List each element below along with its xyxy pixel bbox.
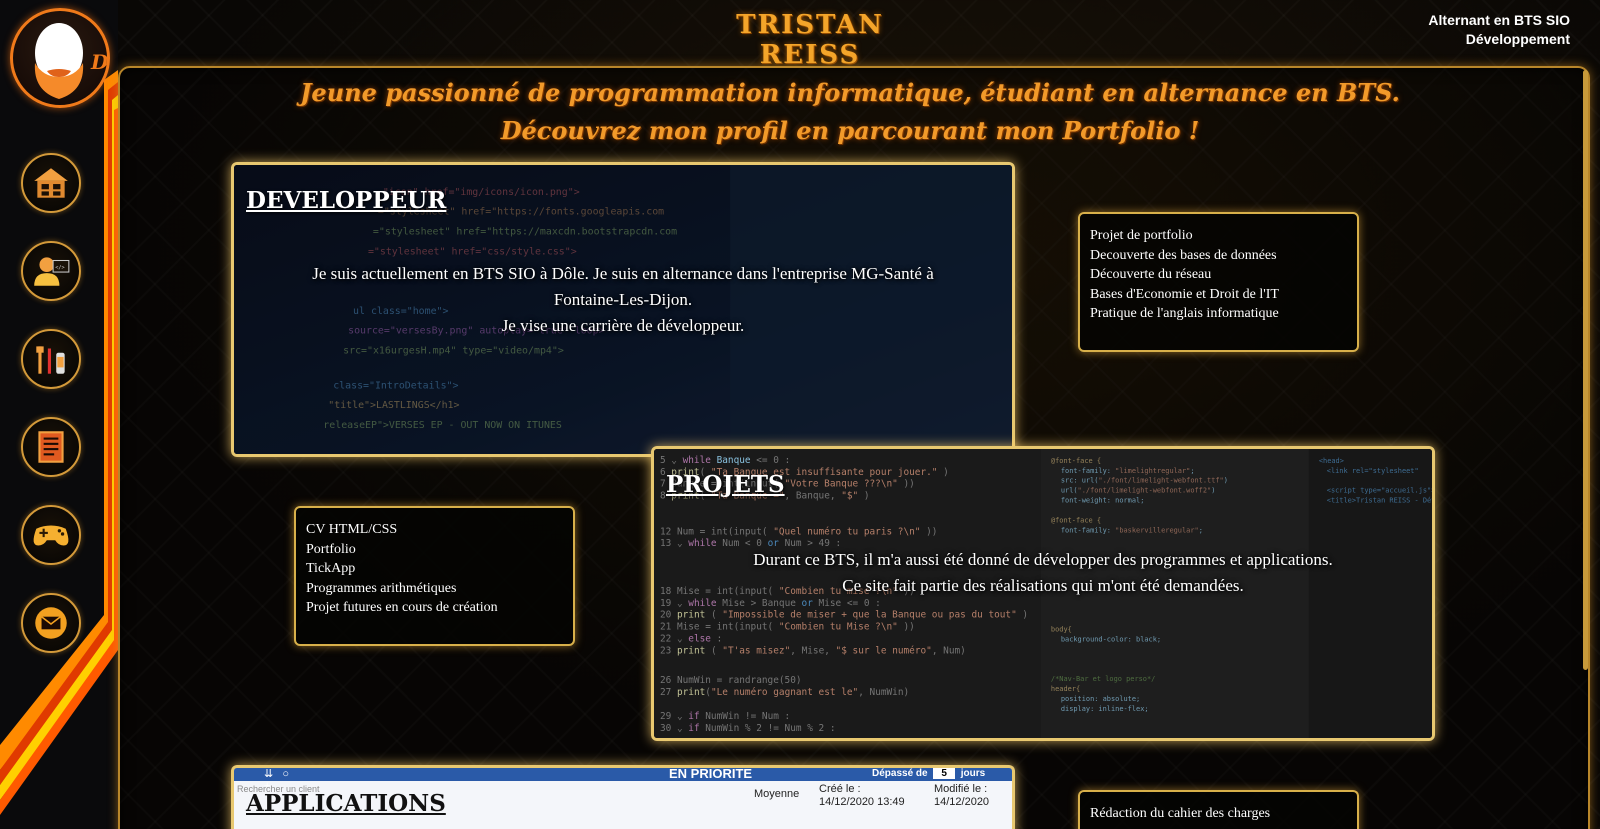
developpeur-text-line-2: Fontaine-Les-Dijon.: [553, 290, 693, 309]
projets-text-line-2: Ce site fait partie des réalisations qui…: [842, 576, 1244, 595]
developpeur-text-line-1: Je suis actuellement en BTS SIO à Dôle. …: [312, 264, 934, 283]
app-priority-label: EN PRIORITE: [669, 766, 753, 781]
tools-icon: [36, 346, 65, 374]
sidebar: D </>: [0, 0, 118, 829]
role-line-2: Développement: [1465, 31, 1570, 47]
list-item: Projet de portfolio: [1090, 228, 1193, 243]
svg-text:</>: </>: [55, 265, 64, 271]
applications-title: APPLICATIONS: [246, 790, 446, 817]
developpeur-card[interactable]: "icon" href="img/icons/icon.png"> ="styl…: [231, 162, 1015, 457]
list-item: Projet futures en cours de création: [306, 600, 498, 616]
app-created: Créé le : 14/12/2020 13:49: [819, 783, 905, 809]
site-title: TRISTAN REISS: [736, 10, 884, 70]
document-icon: [38, 431, 64, 463]
list-item: Pratique de l'anglais informatique: [1090, 306, 1279, 322]
scrollbar-thumb[interactable]: [1583, 70, 1588, 670]
tagline-line-1: Jeune passionné de programmation informa…: [300, 78, 1400, 107]
list-item: Découverte du réseau: [1090, 267, 1212, 283]
app-modified-value: 14/12/2020: [934, 796, 990, 808]
list-item: Rédaction du cahier des charges: [1090, 806, 1271, 821]
projets-text-line-1: Durant ce BTS, il m'a aussi été donné de…: [753, 550, 1333, 569]
projets-card[interactable]: 5 ⌄ while Banque <= 0 : 6 print( "Ta Ban…: [651, 446, 1435, 741]
applications-list: Rédaction du cahier des charges: [1078, 790, 1359, 829]
tagline: Jeune passionné de programmation informa…: [230, 74, 1470, 150]
app-toolbar-icons: ⇊ ○ +: [264, 768, 296, 792]
list-item: Programmes arithmétiques: [306, 580, 457, 596]
list-item: TickApp: [306, 561, 356, 577]
app-modified-label: Modifié le :: [934, 783, 988, 795]
nav-skills-button[interactable]: [21, 329, 81, 389]
sidebar-flame-stripe: [0, 70, 118, 815]
avatar[interactable]: D: [10, 8, 110, 108]
app-level: Moyenne: [754, 788, 800, 800]
developer-profile-icon: </>: [34, 257, 70, 286]
developpeur-text-line-3: Je vise une carrière de développeur.: [501, 316, 745, 335]
app-overdue-label: Dépassé de 5 jours: [872, 768, 985, 779]
gamepad-icon: [33, 525, 69, 546]
developpeur-skills-list: Projet de portfolio Decouverte des bases…: [1078, 212, 1359, 352]
app-modified: Modifié le : 14/12/2020: [934, 783, 989, 809]
list-item: Decouverte des bases de données: [1090, 247, 1277, 263]
app-overdue-text: Dépassé de: [872, 768, 928, 779]
list-item: Portfolio: [306, 541, 356, 557]
developpeur-title: DEVELOPPEUR: [246, 187, 447, 214]
home-icon: [34, 168, 68, 198]
role-line-1: Alternant en BTS SIO: [1428, 12, 1570, 28]
svg-text:D: D: [90, 50, 109, 74]
mail-icon: [35, 607, 67, 639]
app-created-value: 14/12/2020 13:49: [819, 796, 905, 808]
role-subtitle: Alternant en BTS SIO Développement: [1428, 11, 1570, 49]
projets-list: CV HTML/CSS Portfolio TickApp Programmes…: [294, 506, 575, 646]
nav-home-button[interactable]: [21, 153, 81, 213]
tagline-line-2: Découvrez mon profil en parcourant mon P…: [500, 116, 1200, 145]
nav-documents-button[interactable]: [21, 417, 81, 477]
app-overdue-value: 5: [933, 768, 955, 779]
list-item: Bases d'Economie et Droit de l'IT: [1090, 286, 1279, 302]
projets-title: PROJETS: [666, 471, 785, 498]
projets-description: Durant ce BTS, il m'a aussi été donné de…: [654, 547, 1432, 599]
app-created-label: Créé le :: [819, 783, 861, 795]
nav-contact-button[interactable]: [21, 593, 81, 653]
app-days-text: jours: [960, 768, 986, 779]
list-item: CV HTML/CSS: [306, 522, 398, 537]
nav-profile-button[interactable]: </>: [21, 241, 81, 301]
applications-card[interactable]: ⇊ ○ + EN PRIORITE Dépassé de 5 jours Rec…: [231, 765, 1015, 829]
nav-games-button[interactable]: [21, 505, 81, 565]
developpeur-description: Je suis actuellement en BTS SIO à Dôle. …: [234, 261, 1012, 339]
